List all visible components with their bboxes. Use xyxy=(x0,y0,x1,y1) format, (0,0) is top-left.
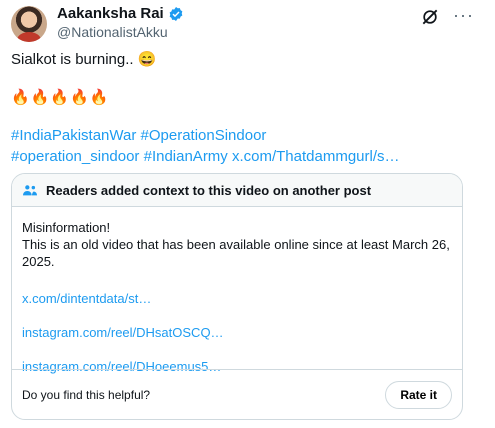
community-note-title: Readers added context to this video on a… xyxy=(46,182,372,198)
community-note: Readers added context to this video on a… xyxy=(11,173,463,420)
helpful-question: Do you find this helpful? xyxy=(22,388,151,402)
more-options-icon[interactable]: ··· xyxy=(453,5,474,26)
note-link-2[interactable]: instagram.com/reel/DHsatOSCQ… xyxy=(22,324,452,341)
hashtag-line-1[interactable]: #IndiaPakistanWar #OperationSindoor xyxy=(11,127,266,144)
avatar[interactable] xyxy=(11,6,47,42)
people-icon xyxy=(23,185,37,196)
rate-it-button[interactable]: Rate it xyxy=(385,381,452,409)
verified-badge-icon xyxy=(169,6,183,21)
community-note-message: Misinformation! This is an old video tha… xyxy=(22,220,450,269)
community-note-body: Misinformation! This is an old video tha… xyxy=(12,207,462,375)
grok-icon[interactable] xyxy=(420,7,440,27)
author-handle[interactable]: @NationalistAkku xyxy=(57,24,168,40)
community-note-header: Readers added context to this video on a… xyxy=(12,174,462,207)
note-link-1[interactable]: x.com/dintentdata/st… xyxy=(22,290,452,307)
community-note-footer: Do you find this helpful? Rate it xyxy=(12,369,462,419)
display-name[interactable]: Aakanksha Rai xyxy=(57,5,164,22)
hashtags: #IndiaPakistanWar #OperationSindoor #ope… xyxy=(11,125,481,167)
author-name-row: Aakanksha Rai xyxy=(57,5,184,22)
fire-emojis: 🔥🔥🔥🔥🔥 xyxy=(11,89,110,106)
hashtag-line-2[interactable]: #operation_sindoor #IndianArmy x.com/Tha… xyxy=(11,148,400,165)
tweet-text: Sialkot is burning.. 😄 xyxy=(11,51,157,68)
